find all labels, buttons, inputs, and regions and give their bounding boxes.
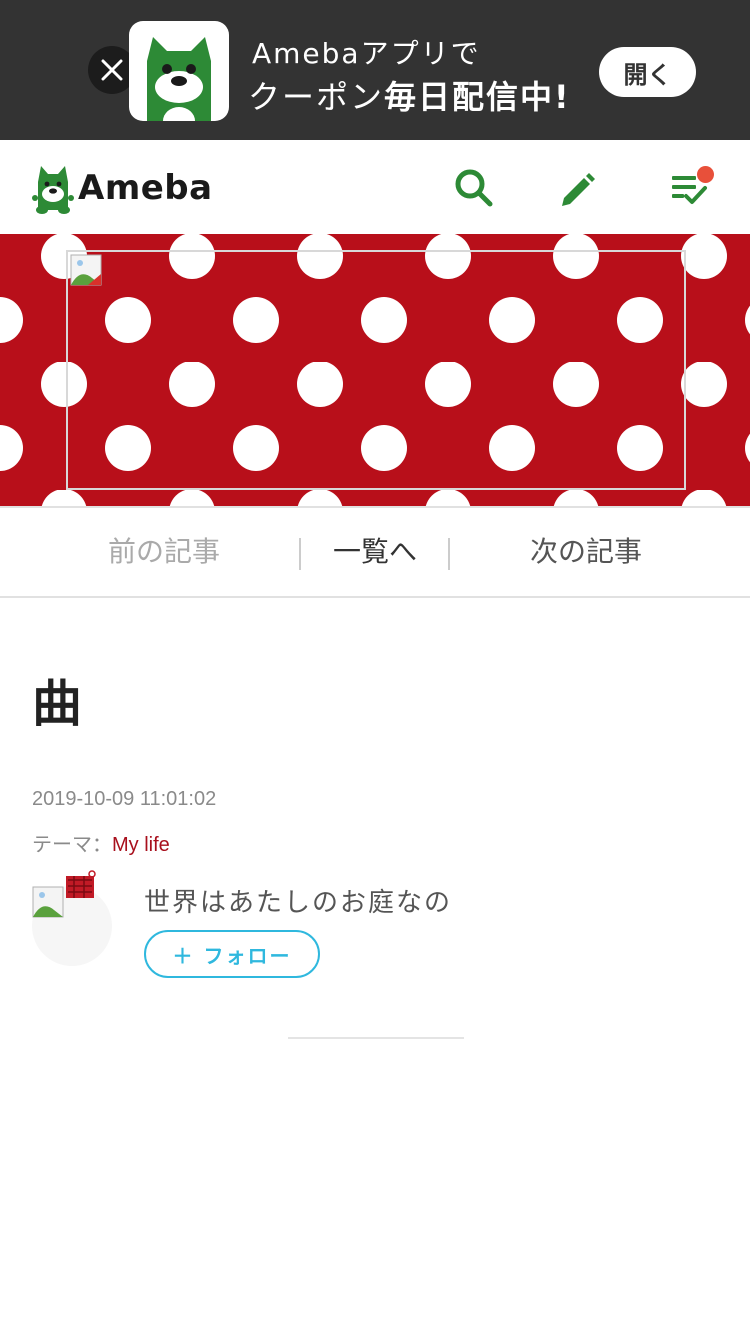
banner-headline: Amebaアプリで <box>252 37 481 70</box>
article-pager: 前の記事 一覧へ 次の記事 <box>0 506 750 598</box>
banner-subheadline-prefix: クーポン <box>248 78 385 116</box>
logo-text: Ameba <box>78 168 213 208</box>
app-install-banner: Amebaアプリで クーポン毎日配信中! 開く <box>0 0 750 140</box>
entry-theme: テーマ：My life <box>32 828 170 857</box>
section-divider <box>288 1037 464 1039</box>
entry-date: 2019-10-09 11:01:02 <box>32 788 217 810</box>
blog-header-image[interactable] <box>0 234 750 506</box>
pager-divider <box>448 538 450 570</box>
theme-link[interactable]: My life <box>112 834 170 856</box>
banner-subheadline-emphasis: 毎日配信中! <box>384 78 571 116</box>
site-header: Ameba <box>0 140 750 234</box>
blog-name[interactable]: 世界はあたしのお庭なの <box>144 882 452 919</box>
banner-subheadline: クーポン毎日配信中! <box>248 72 571 118</box>
open-app-button[interactable]: 開く <box>599 47 696 97</box>
blog-header-frame <box>66 250 686 490</box>
close-icon <box>101 59 123 81</box>
follow-button[interactable]: ＋ フォロー <box>144 930 320 978</box>
ameba-app-icon[interactable] <box>129 21 229 121</box>
broken-image-icon <box>70 254 102 286</box>
ameba-logo[interactable]: Ameba <box>32 162 213 214</box>
next-article-link[interactable]: 次の記事 <box>482 508 690 596</box>
avatar[interactable] <box>32 870 112 966</box>
ameba-mascot-icon <box>32 166 74 214</box>
entry-title: 曲 <box>32 675 82 733</box>
prev-article-link[interactable]: 前の記事 <box>60 508 268 596</box>
avatar-sticker-icon <box>66 870 96 898</box>
theme-label: テーマ： <box>32 834 112 856</box>
pencil-icon[interactable] <box>558 168 598 208</box>
search-icon[interactable] <box>454 168 494 208</box>
article-list-link[interactable]: 一覧へ <box>300 508 450 596</box>
notification-badge <box>697 166 714 183</box>
broken-image-icon <box>32 886 64 918</box>
